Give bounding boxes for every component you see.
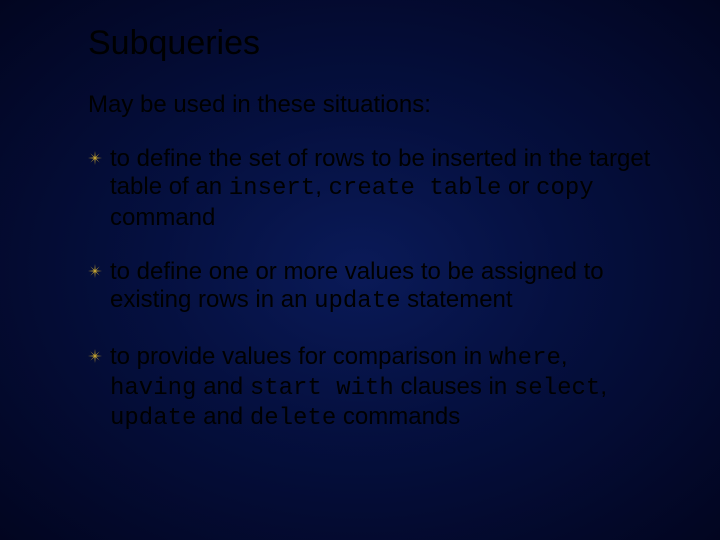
bullet-text: statement [401,286,513,313]
bullet-text: and [196,373,249,400]
bullet-text: commands [336,403,460,430]
code-text: start with [250,375,394,402]
bullet-star-icon [88,264,102,278]
intro-text: May be used in these situations: [88,91,660,119]
code-text: update [110,405,196,432]
bullet-text: , [561,343,568,370]
bullet-text: and [196,403,249,430]
code-text: update [314,288,400,315]
code-text: delete [250,405,336,432]
slide: Subqueries May be used in these situatio… [0,0,720,540]
code-text: where [489,345,561,372]
bullet-item: to define one or more values to be assig… [88,258,660,317]
bullet-text: command [110,204,215,231]
bullet-item: to define the set of rows to be inserted… [88,145,660,232]
bullet-text: clauses in [394,373,514,400]
bullet-star-icon [88,349,102,363]
bullet-text: , [600,373,607,400]
code-text: having [110,375,196,402]
code-text: select [514,375,600,402]
code-text: insert [229,175,315,202]
bullet-item: to provide values for comparison in wher… [88,343,660,434]
bullet-text: , [315,173,328,200]
bullet-text: to provide values for comparison in [110,343,489,370]
bullet-text: or [501,173,536,200]
code-text: copy [536,175,594,202]
bullet-list: to define the set of rows to be inserted… [88,145,660,434]
bullet-star-icon [88,151,102,165]
code-text: create table [329,175,502,202]
slide-title: Subqueries [88,24,660,63]
